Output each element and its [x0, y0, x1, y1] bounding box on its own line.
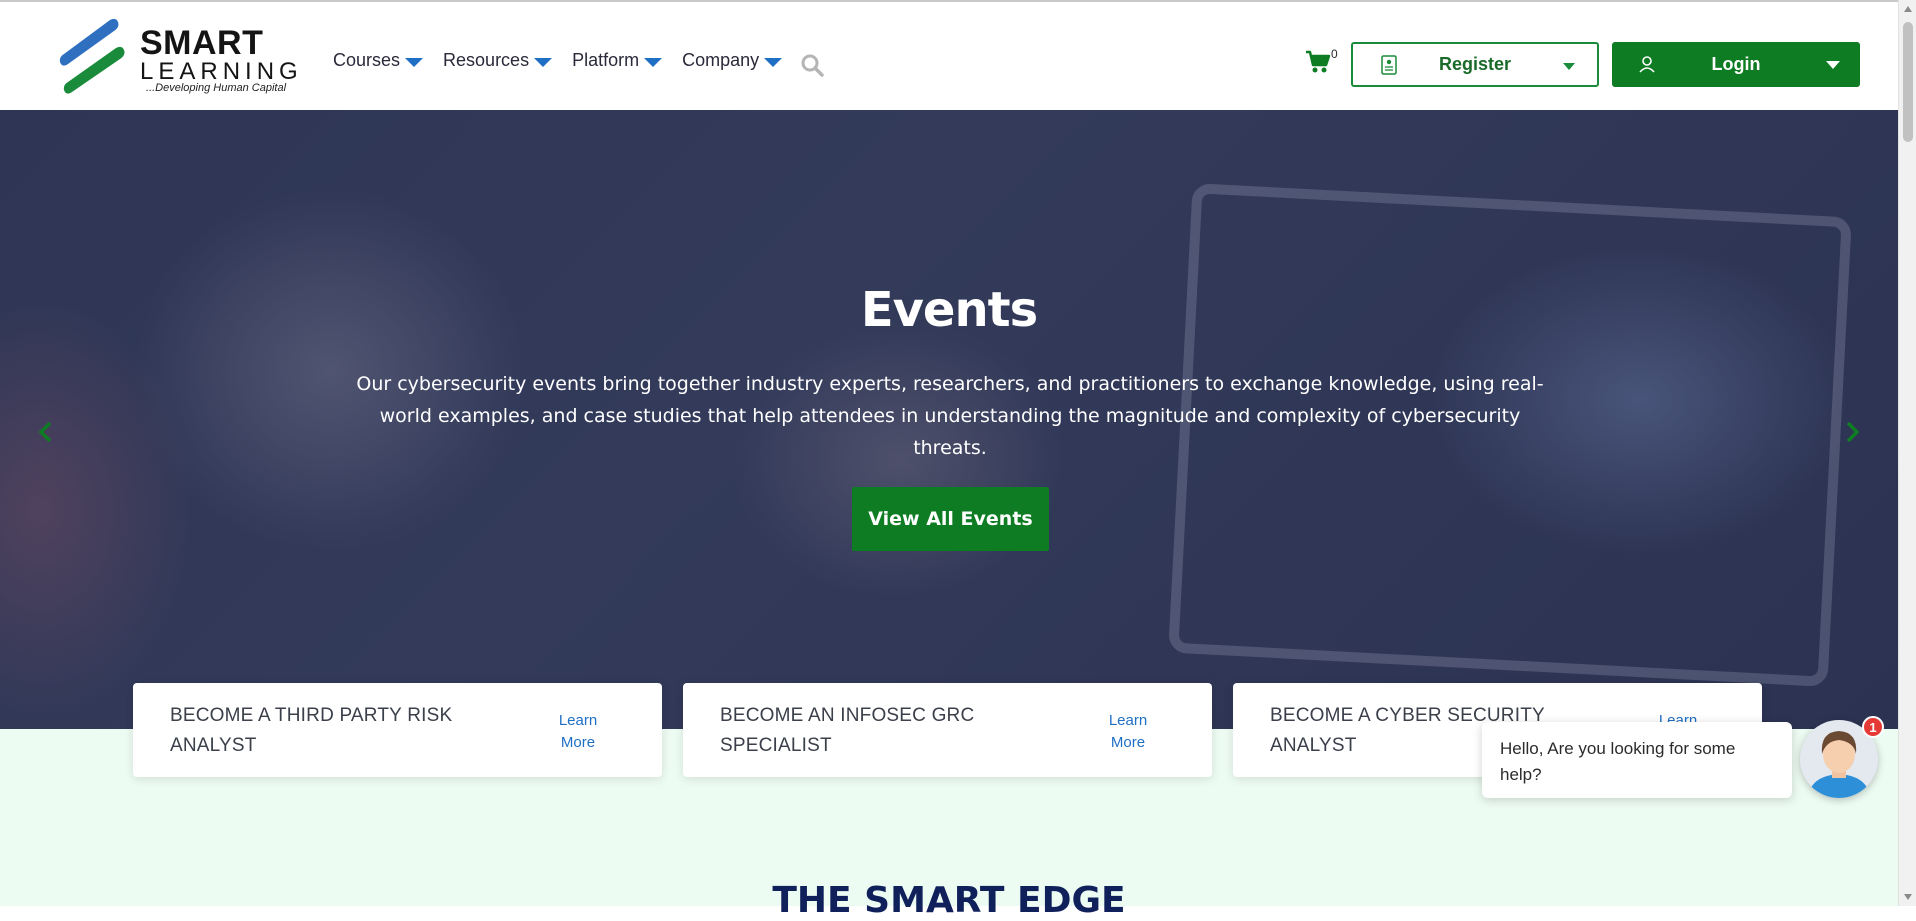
hero-title: Events — [860, 282, 1038, 338]
scrollbar-thumb[interactable] — [1903, 22, 1913, 142]
nav-label-company: Company — [682, 50, 760, 70]
carousel-prev-icon[interactable] — [36, 420, 56, 444]
card-title: BECOME AN INFOSEC GRC SPECIALIST — [720, 705, 975, 756]
cart-button[interactable]: 0 — [1305, 47, 1341, 78]
caret-down-icon — [534, 57, 553, 67]
register-label: Register — [1438, 54, 1512, 74]
smart-learning-logo[interactable]: SMART LEARNING ...Developing Human Capit… — [58, 18, 308, 96]
logo-tagline: ...Developing Human Capital — [146, 82, 287, 94]
view-all-events-button[interactable]: View All Events — [852, 487, 1049, 551]
main-nav: Courses Resources Platform Company — [333, 50, 802, 71]
nav-label-resources: Resources — [443, 50, 530, 70]
carousel-next-icon[interactable] — [1842, 420, 1862, 444]
notification-badge: 1 — [1862, 716, 1884, 738]
caret-down-icon — [1563, 63, 1575, 70]
register-button[interactable]: Register — [1351, 42, 1599, 87]
nav-item-company[interactable]: Company — [682, 50, 783, 71]
logo-mark-icon — [59, 18, 125, 94]
card-infosec-grc[interactable]: BECOME AN INFOSEC GRC SPECIALIST Learn M… — [683, 683, 1212, 777]
card-learn-more-link[interactable]: Learn More — [543, 710, 613, 754]
scroll-up-icon[interactable] — [1904, 6, 1912, 12]
caret-down-icon — [1826, 61, 1840, 69]
card-third-party-risk[interactable]: BECOME A THIRD PARTY RISK ANALYST Learn … — [133, 683, 662, 777]
nav-item-resources[interactable]: Resources — [443, 50, 553, 71]
nav-item-courses[interactable]: Courses — [333, 50, 424, 71]
login-button[interactable]: Login — [1612, 42, 1860, 87]
nav-item-platform[interactable]: Platform — [572, 50, 663, 71]
page-scrollbar[interactable] — [1898, 0, 1916, 906]
card-title: BECOME A THIRD PARTY RISK ANALYST — [170, 705, 453, 756]
hero-banner: Events Our cybersecurity events bring to… — [0, 110, 1898, 729]
cart-count: 0 — [1331, 47, 1338, 61]
cart-icon — [1306, 50, 1331, 73]
caret-down-icon — [764, 57, 783, 67]
chat-message[interactable]: Hello, Are you looking for some help? — [1482, 722, 1792, 798]
site-header: SMART LEARNING ...Developing Human Capit… — [0, 2, 1898, 110]
search-icon[interactable] — [800, 53, 824, 77]
caret-down-icon — [644, 57, 663, 67]
scroll-down-icon[interactable] — [1904, 894, 1912, 900]
nav-label-platform: Platform — [572, 50, 640, 70]
caret-down-icon — [405, 57, 424, 67]
section-title: THE SMART EDGE — [772, 880, 1126, 921]
nav-label-courses: Courses — [333, 50, 401, 70]
hero-description: Our cybersecurity events bring together … — [356, 373, 1544, 459]
card-learn-more-link[interactable]: Learn More — [1093, 710, 1163, 754]
login-label: Login — [1711, 54, 1761, 74]
